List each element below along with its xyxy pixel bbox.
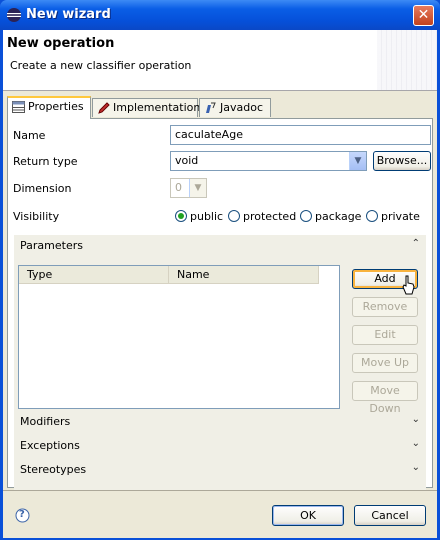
radio-package[interactable] bbox=[300, 210, 312, 222]
radio-protected-label[interactable]: protected bbox=[243, 210, 296, 223]
banner-image bbox=[377, 30, 437, 90]
radio-private[interactable] bbox=[366, 210, 378, 222]
browse-button[interactable]: Browse... bbox=[373, 151, 431, 171]
radio-public-label[interactable]: public bbox=[190, 210, 223, 223]
chevron-down-icon[interactable]: ▼ bbox=[349, 152, 366, 170]
eclipse-icon bbox=[7, 8, 21, 22]
stereotypes-title: Stereotypes bbox=[20, 463, 87, 476]
visibility-label: Visibility bbox=[13, 210, 60, 223]
dimension-label: Dimension bbox=[13, 182, 72, 195]
javadoc-icon bbox=[206, 102, 216, 113]
ok-button[interactable]: OK bbox=[272, 505, 344, 526]
radio-public[interactable] bbox=[175, 210, 187, 222]
column-header-name[interactable]: Name bbox=[169, 266, 319, 284]
expand-icon[interactable]: ⌄ bbox=[412, 462, 420, 473]
pen-icon bbox=[98, 102, 110, 114]
chevron-down-icon: ▼ bbox=[189, 179, 206, 197]
title-bar[interactable]: New wizard ✕ bbox=[0, 0, 440, 30]
tab-properties[interactable]: Properties bbox=[7, 96, 91, 119]
return-type-value: void bbox=[175, 154, 199, 167]
help-glyph: ? bbox=[19, 509, 25, 520]
name-label: Name bbox=[13, 129, 46, 142]
radio-package-label[interactable]: package bbox=[315, 210, 361, 223]
move-up-button[interactable]: Move Up bbox=[352, 353, 418, 373]
parameters-table[interactable]: Type Name bbox=[18, 265, 340, 409]
page-description: Create a new classifier operation bbox=[10, 59, 192, 72]
move-down-button[interactable]: Move Down bbox=[352, 381, 418, 415]
dimension-value: 0 bbox=[175, 181, 182, 194]
tab-label: Javadoc bbox=[220, 101, 263, 114]
window-title: New wizard bbox=[26, 7, 111, 22]
close-button[interactable]: ✕ bbox=[413, 5, 434, 26]
properties-panel: Name caculateAge Return type void ▼ Brow… bbox=[7, 118, 433, 497]
modifiers-title: Modifiers bbox=[20, 415, 71, 428]
stereotypes-header[interactable]: Stereotypes ⌄ bbox=[14, 459, 426, 481]
name-field[interactable]: caculateAge bbox=[170, 125, 431, 145]
page-title: New operation bbox=[7, 36, 115, 51]
radio-protected[interactable] bbox=[228, 210, 240, 222]
dimension-combo: 0 ▼ bbox=[170, 178, 207, 198]
mouse-cursor-icon bbox=[402, 275, 415, 295]
return-type-label: Return type bbox=[13, 155, 78, 168]
tab-implementation[interactable]: Implementation bbox=[92, 98, 201, 117]
parameters-header[interactable]: Parameters ⌃ bbox=[14, 235, 426, 257]
tab-javadoc[interactable]: Javadoc bbox=[199, 98, 271, 117]
exceptions-header[interactable]: Exceptions ⌄ bbox=[14, 435, 426, 457]
exceptions-title: Exceptions bbox=[20, 439, 80, 452]
wizard-header: New operation Create a new classifier op… bbox=[3, 30, 437, 91]
cancel-button[interactable]: Cancel bbox=[354, 505, 426, 526]
expand-icon[interactable]: ⌄ bbox=[412, 414, 420, 425]
close-icon: ✕ bbox=[417, 7, 430, 23]
column-header-type[interactable]: Type bbox=[19, 266, 169, 284]
table-icon bbox=[12, 101, 25, 113]
parameters-title: Parameters bbox=[20, 239, 83, 252]
dialog-body: New operation Create a new classifier op… bbox=[3, 30, 437, 538]
return-type-combo[interactable]: void ▼ bbox=[170, 151, 367, 171]
parameters-section: Parameters ⌃ Type Name Add Remove Edit M… bbox=[14, 235, 426, 497]
expand-icon[interactable]: ⌄ bbox=[412, 438, 420, 449]
remove-button[interactable]: Remove bbox=[352, 297, 418, 317]
wizard-window: New wizard ✕ New operation Create a new … bbox=[0, 0, 440, 540]
tab-label: Implementation bbox=[113, 101, 201, 114]
collapse-icon[interactable]: ⌃ bbox=[412, 238, 420, 249]
dialog-footer: ? OK Cancel bbox=[3, 490, 437, 538]
tab-label: Properties bbox=[28, 100, 84, 113]
radio-private-label[interactable]: private bbox=[381, 210, 420, 223]
edit-button[interactable]: Edit bbox=[352, 325, 418, 345]
modifiers-header[interactable]: Modifiers ⌄ bbox=[14, 411, 426, 433]
